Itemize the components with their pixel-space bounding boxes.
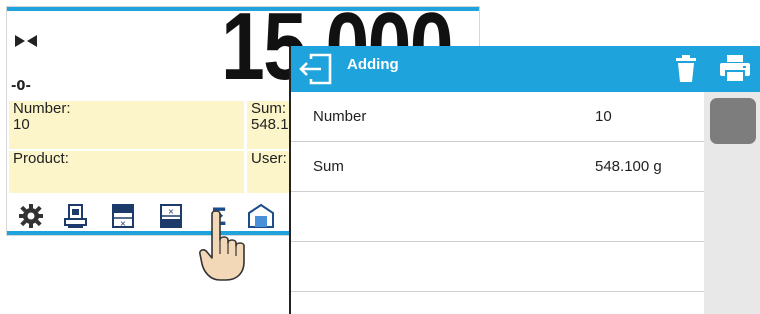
counting-icon[interactable]: × bbox=[157, 203, 185, 229]
info-number-value: 10 bbox=[13, 116, 30, 133]
list-item[interactable]: Sum 548.100 g bbox=[291, 142, 704, 192]
info-product-label: Product: bbox=[13, 151, 69, 167]
settings-icon[interactable] bbox=[17, 203, 45, 229]
row-value: 10 bbox=[595, 108, 612, 125]
checkweighing-icon[interactable]: × bbox=[109, 203, 137, 229]
info-number: Number: 10 bbox=[9, 101, 244, 149]
dialog-header: Adding bbox=[291, 46, 760, 92]
scrollbar[interactable] bbox=[704, 92, 760, 314]
scroll-thumb[interactable] bbox=[710, 98, 756, 144]
row-label: Sum bbox=[313, 158, 344, 175]
adding-list: Number 10 Sum 548.100 g bbox=[291, 92, 704, 314]
info-product: Product: bbox=[9, 151, 244, 193]
list-item[interactable] bbox=[291, 242, 704, 292]
tare-icon[interactable] bbox=[62, 203, 90, 229]
trash-icon[interactable] bbox=[673, 55, 699, 83]
svg-text:×: × bbox=[120, 219, 127, 228]
list-item[interactable]: Number 10 bbox=[291, 92, 704, 142]
dialog-title: Adding bbox=[347, 56, 399, 73]
printer-icon[interactable] bbox=[719, 55, 751, 83]
list-item[interactable] bbox=[291, 192, 704, 242]
zero-indicator: -0- bbox=[11, 79, 31, 94]
stability-icon bbox=[15, 35, 37, 47]
adding-dialog: Adding Number 10 Sum 548.100 g bbox=[289, 46, 760, 314]
warehouse-icon[interactable] bbox=[247, 203, 275, 229]
back-icon[interactable] bbox=[297, 53, 333, 85]
pointing-hand-icon bbox=[199, 210, 245, 281]
svg-text:×: × bbox=[168, 207, 175, 216]
row-label: Number bbox=[313, 108, 367, 125]
row-value: 548.100 g bbox=[595, 158, 662, 175]
info-number-label: Number: bbox=[13, 101, 71, 117]
